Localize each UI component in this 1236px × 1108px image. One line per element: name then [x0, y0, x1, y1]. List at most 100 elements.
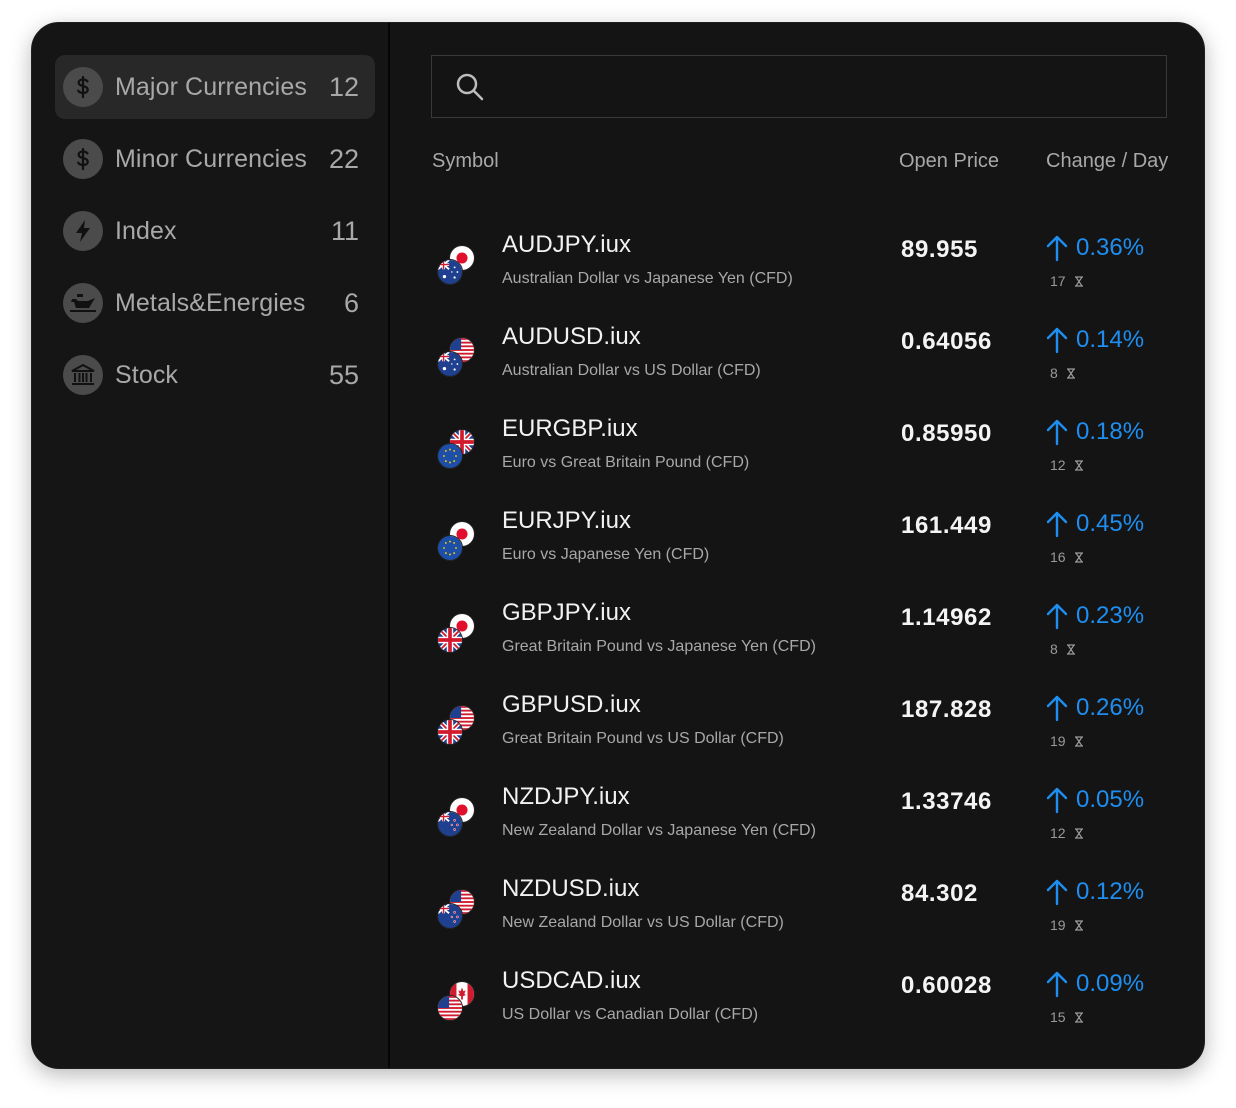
hourglass-icon — [1074, 551, 1083, 563]
category-stock[interactable]: Stock 55 — [55, 343, 375, 407]
open-price: 187.828 — [901, 696, 992, 723]
arrow-up-icon — [1046, 603, 1068, 630]
column-header-symbol: Symbol — [432, 150, 499, 172]
day-change: 0.36% — [1046, 234, 1144, 262]
instrument-row[interactable]: NZDJPY.iux New Zealand Dollar vs Japanese… — [392, 783, 1172, 875]
new-zealand-flag-icon — [437, 811, 463, 837]
hourglass-icon — [1066, 643, 1075, 655]
instrument-description: New Zealand Dollar vs US Dollar (CFD) — [502, 914, 784, 931]
category-label: Metals&Energies — [115, 288, 306, 317]
hourglass-icon — [1074, 275, 1083, 287]
instrument-description: Australian Dollar vs Japanese Yen (CFD) — [502, 270, 793, 287]
instrument-description: Australian Dollar vs US Dollar (CFD) — [502, 362, 761, 379]
currency-pair-flags — [437, 889, 481, 933]
category-label: Minor Currencies — [115, 144, 307, 173]
column-header-open-price: Open Price — [899, 150, 1000, 172]
arrow-up-icon — [1046, 971, 1068, 998]
instrument-symbol: EURJPY.iux — [502, 507, 631, 534]
open-price: 84.302 — [901, 880, 979, 907]
duration-value: 8 — [1050, 365, 1058, 381]
instrument-description: Euro vs Great Britain Pound (CFD) — [502, 454, 750, 471]
open-price: 1.33746 — [901, 788, 992, 815]
arrow-up-icon — [1046, 419, 1068, 446]
category-index[interactable]: Index 11 — [55, 199, 375, 263]
instrument-row[interactable]: USDCAD.iux US Dollar vs Canadian Dollar (… — [392, 967, 1172, 1059]
arrow-up-icon — [1046, 787, 1068, 814]
duration-value: 12 — [1050, 457, 1066, 473]
arrow-up-icon — [1046, 327, 1068, 354]
hourglass-icon — [1074, 919, 1083, 931]
category-count: 55 — [328, 359, 359, 390]
day-change: 0.09% — [1046, 970, 1144, 998]
day-change: 0.23% — [1046, 602, 1144, 630]
day-change: 0.18% — [1046, 418, 1144, 446]
change-percent: 0.05% — [1076, 786, 1145, 813]
currency-pair-flags — [437, 705, 481, 749]
australia-flag-icon — [437, 259, 463, 285]
change-percent: 0.36% — [1076, 234, 1145, 261]
new-zealand-flag-icon — [437, 903, 463, 929]
dollar-icon — [63, 139, 103, 179]
instrument-row[interactable]: NZDUSD.iux New Zealand Dollar vs US Dolla… — [392, 875, 1172, 967]
eu-flag-icon — [437, 443, 463, 469]
hourglass-icon — [1074, 827, 1083, 839]
duration-value: 15 — [1050, 1009, 1066, 1025]
change-percent: 0.45% — [1076, 510, 1145, 537]
instrument-description: Great Britain Pound vs Japanese Yen (CFD… — [502, 638, 816, 655]
hourglass-icon — [1074, 1011, 1083, 1023]
instrument-row[interactable]: EURJPY.iux Euro vs Japanese Yen (CFD) 161… — [392, 507, 1172, 599]
category-count: 6 — [343, 287, 359, 318]
change-percent: 0.14% — [1076, 326, 1145, 353]
search-input[interactable] — [485, 56, 1166, 117]
change-duration: 16 — [1050, 549, 1084, 565]
instrument-symbol: NZDJPY.iux — [502, 783, 630, 810]
arrow-up-icon — [1046, 235, 1068, 262]
currency-pair-flags — [437, 245, 481, 289]
category-metals-energies[interactable]: Metals&Energies 6 — [55, 271, 375, 335]
search-icon — [456, 73, 484, 100]
column-header-change: Change / Day — [1046, 150, 1169, 172]
instrument-symbol: USDCAD.iux — [502, 967, 641, 994]
instrument-row[interactable]: AUDJPY.iux Australian Dollar vs Japanese … — [392, 231, 1172, 323]
open-price: 161.449 — [901, 512, 992, 539]
category-label: Major Currencies — [115, 72, 307, 101]
category-count: 12 — [328, 71, 359, 102]
open-price: 0.64056 — [901, 328, 992, 355]
change-percent: 0.09% — [1076, 970, 1145, 997]
instrument-description: New Zealand Dollar vs Japanese Yen (CFD) — [502, 822, 816, 839]
change-percent: 0.18% — [1076, 418, 1145, 445]
instrument-description: Great Britain Pound vs US Dollar (CFD) — [502, 730, 784, 747]
instrument-description: Euro vs Japanese Yen (CFD) — [502, 546, 710, 563]
category-minor-currencies[interactable]: Minor Currencies 22 — [55, 127, 375, 191]
hourglass-icon — [1066, 367, 1075, 379]
currency-pair-flags — [437, 429, 481, 473]
instrument-row[interactable]: GBPJPY.iux Great Britain Pound vs Japanes… — [392, 599, 1172, 691]
category-label: Index — [115, 216, 177, 245]
change-duration: 15 — [1050, 1009, 1084, 1025]
instrument-row[interactable]: AUDUSD.iux Australian Dollar vs US Dollar… — [392, 323, 1172, 415]
hourglass-icon — [1074, 459, 1083, 471]
instrument-row[interactable]: EURGBP.iux Euro vs Great Britain Pound (C… — [392, 415, 1172, 507]
market-panel: Major Currencies 12 Minor Currencies 22 … — [31, 22, 1205, 1069]
search-box[interactable] — [431, 55, 1167, 118]
instrument-description: US Dollar vs Canadian Dollar (CFD) — [502, 1006, 759, 1023]
day-change: 0.05% — [1046, 786, 1144, 814]
instrument-row[interactable]: GBPUSD.iux Great Britain Pound vs US Doll… — [392, 691, 1172, 783]
change-duration: 19 — [1050, 733, 1084, 749]
instrument-list: Symbol Open Price Change / Day AUDJPY.iu… — [392, 23, 1204, 1068]
change-percent: 0.23% — [1076, 602, 1145, 629]
duration-value: 16 — [1050, 549, 1066, 565]
hourglass-icon — [1074, 735, 1083, 747]
duration-value: 19 — [1050, 917, 1066, 933]
category-label: Stock — [115, 360, 179, 389]
uk-flag-icon — [437, 627, 463, 653]
australia-flag-icon — [437, 351, 463, 377]
category-major-currencies[interactable]: Major Currencies 12 — [55, 55, 375, 119]
instrument-symbol: GBPJPY.iux — [502, 599, 631, 626]
arrow-up-icon — [1046, 511, 1068, 538]
category-count: 22 — [328, 143, 359, 174]
open-price: 0.60028 — [901, 972, 992, 999]
instrument-symbol: AUDJPY.iux — [502, 231, 631, 258]
category-count: 11 — [330, 215, 359, 246]
change-duration: 8 — [1050, 641, 1076, 657]
